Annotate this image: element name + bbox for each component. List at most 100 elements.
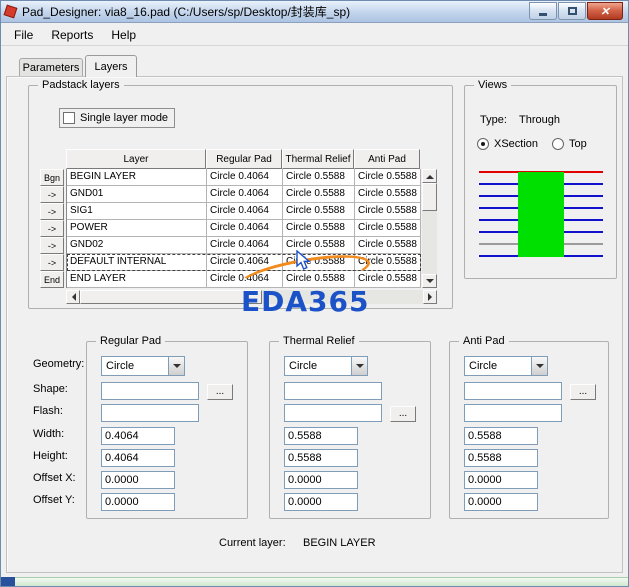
- thermal-flash-browse-button[interactable]: ...: [390, 406, 416, 422]
- cell-regular[interactable]: Circle 0.4064: [207, 271, 283, 288]
- cell-regular[interactable]: Circle 0.4064: [207, 169, 283, 186]
- menu-help[interactable]: Help: [102, 25, 145, 45]
- layer-table-row[interactable]: GND01 Circle 0.4064 Circle 0.5588 Circle 0.…: [67, 186, 421, 203]
- anti-flash-input[interactable]: [464, 404, 562, 422]
- minimize-button[interactable]: [529, 2, 557, 20]
- cell-layer[interactable]: GND02: [67, 237, 207, 254]
- cell-regular[interactable]: Circle 0.4064: [207, 186, 283, 203]
- anti-offset-x-input[interactable]: [464, 471, 538, 489]
- cell-thermal[interactable]: Circle 0.5588: [283, 271, 355, 288]
- regular-shape-input[interactable]: [101, 382, 199, 400]
- cell-layer[interactable]: BEGIN LAYER: [67, 169, 207, 186]
- thermal-height-input[interactable]: [284, 449, 358, 467]
- cell-thermal[interactable]: Circle 0.5588: [283, 203, 355, 220]
- column-header-thermal-relief[interactable]: Thermal Relief: [282, 149, 354, 169]
- layer-nav-button[interactable]: Bgn: [40, 169, 64, 186]
- h-scrollbar[interactable]: [66, 290, 437, 304]
- layer-nav-button[interactable]: ->: [40, 203, 64, 220]
- anti-width-input[interactable]: [464, 427, 538, 445]
- cell-regular[interactable]: Circle 0.4064: [207, 237, 283, 254]
- regular-offset-x-input[interactable]: [101, 471, 175, 489]
- layer-nav-column: Bgn -> -> -> -> -> End: [40, 169, 64, 288]
- scroll-right-button[interactable]: [423, 290, 437, 304]
- cell-layer[interactable]: DEFAULT INTERNAL: [67, 254, 207, 271]
- single-layer-mode-checkbox[interactable]: [63, 112, 75, 124]
- thermal-geometry-select[interactable]: Circle: [284, 356, 368, 376]
- layer-table-row[interactable]: END LAYER Circle 0.4064 Circle 0.5588 Circl…: [67, 271, 421, 288]
- single-layer-mode-option[interactable]: Single layer mode: [59, 108, 175, 128]
- layer-nav-button[interactable]: End: [40, 271, 64, 288]
- thermal-shape-input[interactable]: [284, 382, 382, 400]
- chevron-down-icon[interactable]: [531, 357, 547, 375]
- minimize-icon: [539, 13, 547, 16]
- cell-regular[interactable]: Circle 0.4064: [207, 203, 283, 220]
- cell-regular[interactable]: Circle 0.4064: [207, 254, 283, 271]
- field-label-shape: Shape:: [33, 383, 68, 395]
- column-header-layer[interactable]: Layer: [66, 149, 206, 169]
- cell-thermal[interactable]: Circle 0.5588: [283, 237, 355, 254]
- column-header-regular-pad[interactable]: Regular Pad: [206, 149, 282, 169]
- cell-thermal[interactable]: Circle 0.5588: [283, 254, 355, 271]
- regular-flash-input[interactable]: [101, 404, 199, 422]
- cell-thermal[interactable]: Circle 0.5588: [283, 220, 355, 237]
- anti-geometry-select[interactable]: Circle: [464, 356, 548, 376]
- xsection-radio[interactable]: [477, 138, 489, 150]
- thermal-width-input[interactable]: [284, 427, 358, 445]
- thermal-offset-y-input[interactable]: [284, 493, 358, 511]
- layer-nav-button[interactable]: ->: [40, 186, 64, 203]
- arrow-right-icon: [427, 293, 436, 301]
- cell-anti[interactable]: Circle 0.5588: [355, 254, 421, 271]
- layer-table-row[interactable]: GND02 Circle 0.4064 Circle 0.5588 Circle 0.…: [67, 237, 421, 254]
- tab-layers[interactable]: Layers: [85, 55, 137, 77]
- maximize-button[interactable]: [558, 2, 586, 20]
- cell-layer[interactable]: SIG1: [67, 203, 207, 220]
- regular-shape-browse-button[interactable]: ...: [207, 384, 233, 400]
- cell-thermal[interactable]: Circle 0.5588: [283, 186, 355, 203]
- chevron-down-icon[interactable]: [351, 357, 367, 375]
- scroll-up-button[interactable]: [422, 169, 437, 183]
- v-scrollbar[interactable]: [422, 169, 437, 288]
- cell-anti[interactable]: Circle 0.5588: [355, 237, 421, 254]
- cell-anti[interactable]: Circle 0.5588: [355, 203, 421, 220]
- regular-width-input[interactable]: [101, 427, 175, 445]
- scroll-left-button[interactable]: [66, 290, 80, 304]
- h-scrollbar-thumb[interactable]: [80, 290, 262, 304]
- cell-anti[interactable]: Circle 0.5588: [355, 169, 421, 186]
- titlebar[interactable]: Pad_Designer: via8_16.pad (C:/Users/sp/D…: [1, 1, 628, 23]
- layer-table-row[interactable]: DEFAULT INTERNAL Circle 0.4064 Circle 0.55…: [67, 254, 421, 271]
- regular-height-input[interactable]: [101, 449, 175, 467]
- layer-nav-button[interactable]: ->: [40, 237, 64, 254]
- anti-shape-browse-button[interactable]: ...: [570, 384, 596, 400]
- thermal-offset-x-input[interactable]: [284, 471, 358, 489]
- cell-anti[interactable]: Circle 0.5588: [355, 220, 421, 237]
- cell-layer[interactable]: GND01: [67, 186, 207, 203]
- cell-layer[interactable]: POWER: [67, 220, 207, 237]
- layer-table-body: BEGIN LAYER Circle 0.4064 Circle 0.5588 Cir…: [66, 169, 421, 288]
- menu-reports[interactable]: Reports: [42, 25, 102, 45]
- scroll-down-button[interactable]: [422, 274, 437, 288]
- anti-shape-input[interactable]: [464, 382, 562, 400]
- anti-height-input[interactable]: [464, 449, 538, 467]
- tab-parameters[interactable]: Parameters: [19, 58, 83, 77]
- thermal-flash-input[interactable]: [284, 404, 382, 422]
- chevron-down-icon[interactable]: [168, 357, 184, 375]
- close-button[interactable]: [587, 2, 623, 20]
- cell-layer[interactable]: END LAYER: [67, 271, 207, 288]
- menu-file[interactable]: File: [5, 25, 42, 45]
- regular-offset-y-input[interactable]: [101, 493, 175, 511]
- top-radio[interactable]: [552, 138, 565, 150]
- regular-geometry-select[interactable]: Circle: [101, 356, 185, 376]
- anti-offset-y-input[interactable]: [464, 493, 538, 511]
- layer-table-row[interactable]: POWER Circle 0.4064 Circle 0.5588 Circle 0.…: [67, 220, 421, 237]
- v-scrollbar-thumb[interactable]: [422, 183, 437, 211]
- padstack-layers-group: Padstack layers Single layer mode Layer …: [28, 79, 453, 309]
- cell-anti[interactable]: Circle 0.5588: [355, 186, 421, 203]
- cell-anti[interactable]: Circle 0.5588: [355, 271, 421, 288]
- cell-regular[interactable]: Circle 0.4064: [207, 220, 283, 237]
- layer-table-row[interactable]: BEGIN LAYER Circle 0.4064 Circle 0.5588 Cir…: [67, 169, 421, 186]
- layer-table-row[interactable]: SIG1 Circle 0.4064 Circle 0.5588 Circle 0.5…: [67, 203, 421, 220]
- column-header-anti-pad[interactable]: Anti Pad: [354, 149, 420, 169]
- layer-nav-button[interactable]: ->: [40, 220, 64, 237]
- layer-nav-button[interactable]: ->: [40, 254, 64, 271]
- cell-thermal[interactable]: Circle 0.5588: [283, 169, 355, 186]
